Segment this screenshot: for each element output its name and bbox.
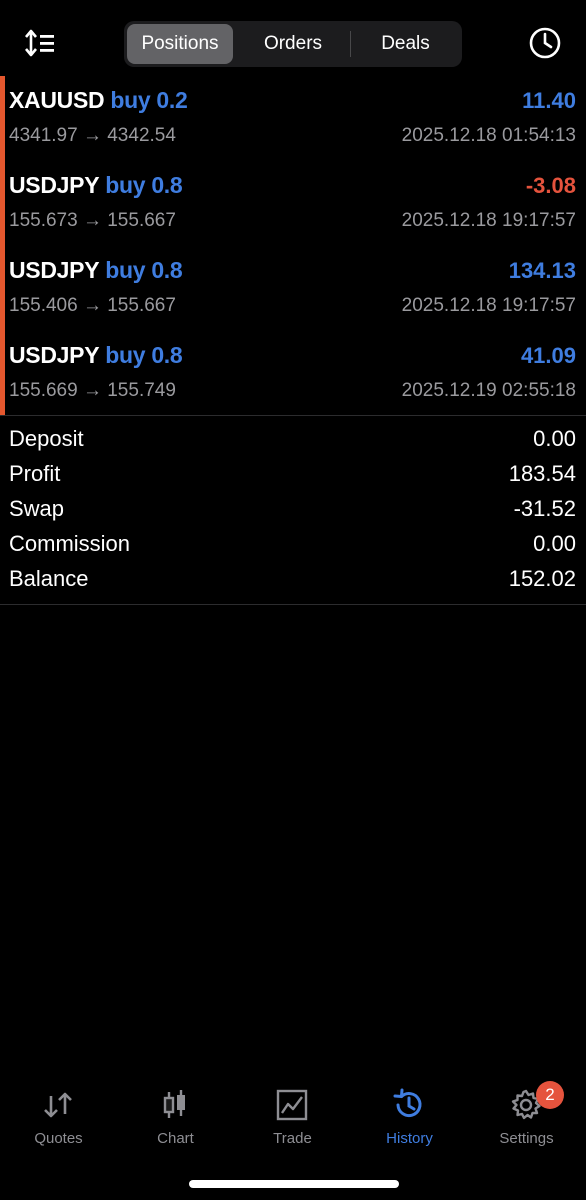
nav-label: Trade	[273, 1130, 312, 1147]
position-side: buy 0.2	[110, 87, 188, 113]
position-side: buy 0.8	[105, 172, 183, 198]
nav-history[interactable]: History	[351, 1080, 468, 1160]
position-prices: 155.673 → 155.667	[9, 210, 176, 231]
nav-chart[interactable]: Chart	[117, 1080, 234, 1160]
bottom-nav: Quotes Chart Trade History Settings	[0, 1080, 586, 1160]
summary-row-commission: Commission 0.00	[0, 527, 586, 562]
position-symbol: USDJPY	[9, 342, 100, 368]
summary-value: -31.52	[513, 496, 576, 521]
summary-label: Profit	[9, 461, 61, 486]
nav-label: Settings	[499, 1130, 554, 1147]
summary-separator	[0, 604, 586, 605]
position-time: 2025.12.18 01:54:13	[401, 125, 576, 146]
position-time: 2025.12.18 19:17:57	[401, 210, 576, 231]
summary-section: Deposit 0.00 Profit 183.54 Swap -31.52 C…	[0, 422, 586, 597]
summary-label: Deposit	[9, 426, 84, 451]
position-indicator	[0, 331, 5, 416]
nav-label: Quotes	[34, 1130, 83, 1147]
nav-label: History	[386, 1130, 433, 1147]
tab-deals[interactable]: Deals	[352, 24, 459, 64]
nav-trade[interactable]: Trade	[234, 1080, 351, 1160]
tab-positions[interactable]: Positions	[127, 24, 233, 64]
clock-icon[interactable]	[528, 26, 562, 60]
summary-value: 0.00	[533, 426, 576, 451]
nav-quotes[interactable]: Quotes	[0, 1080, 117, 1160]
positions-list: XAUUSD buy 0.2 11.40 4341.97 → 4342.54 20…	[0, 76, 586, 416]
position-profit: -3.08	[525, 173, 576, 198]
summary-value: 152.02	[508, 566, 576, 591]
position-profit: 41.09	[520, 343, 576, 368]
position-symbol: USDJPY	[9, 172, 100, 198]
settings-badge: 2	[536, 1081, 564, 1109]
position-indicator	[0, 161, 5, 246]
trade-icon	[276, 1089, 308, 1121]
summary-row-balance: Balance 152.02	[0, 562, 586, 597]
top-bar: Positions Orders Deals	[0, 0, 586, 76]
quotes-icon	[44, 1092, 72, 1118]
position-symbol: USDJPY	[9, 257, 100, 283]
position-time: 2025.12.18 19:17:57	[401, 295, 576, 316]
summary-row-swap: Swap -31.52	[0, 492, 586, 527]
segmented-control: Positions Orders Deals	[124, 21, 462, 67]
tab-orders[interactable]: Orders	[238, 24, 348, 64]
tab-divider	[350, 31, 351, 57]
summary-label: Balance	[9, 566, 89, 591]
position-prices: 155.406 → 155.667	[9, 295, 176, 316]
position-indicator	[0, 76, 5, 161]
position-row[interactable]: USDJPY buy 0.8 -3.08 155.673 → 155.667 20…	[0, 161, 586, 246]
nav-label: Chart	[157, 1130, 194, 1147]
position-indicator	[0, 246, 5, 331]
sort-icon[interactable]	[24, 28, 58, 60]
summary-row-profit: Profit 183.54	[0, 457, 586, 492]
position-time: 2025.12.19 02:55:18	[401, 380, 576, 401]
position-row[interactable]: USDJPY buy 0.8 41.09 155.669 → 155.749 20…	[0, 331, 586, 416]
position-row[interactable]: USDJPY buy 0.8 134.13 155.406 → 155.667 2…	[0, 246, 586, 331]
history-icon	[393, 1088, 422, 1118]
list-separator	[0, 415, 586, 416]
nav-settings[interactable]: Settings	[468, 1080, 585, 1160]
position-symbol: XAUUSD	[9, 87, 105, 113]
home-indicator[interactable]	[189, 1180, 399, 1188]
summary-label: Commission	[9, 531, 131, 556]
chart-icon	[163, 1090, 185, 1118]
summary-label: Swap	[9, 496, 65, 521]
position-row[interactable]: XAUUSD buy 0.2 11.40 4341.97 → 4342.54 20…	[0, 76, 586, 161]
position-side: buy 0.8	[105, 257, 183, 283]
position-prices: 155.669 → 155.749	[9, 380, 176, 401]
summary-value: 183.54	[508, 461, 576, 486]
position-profit: 134.13	[508, 258, 576, 283]
position-prices: 4341.97 → 4342.54	[9, 125, 176, 146]
summary-row-deposit: Deposit 0.00	[0, 422, 586, 457]
summary-value: 0.00	[533, 531, 576, 556]
position-profit: 11.40	[522, 88, 576, 113]
position-side: buy 0.8	[105, 342, 183, 368]
